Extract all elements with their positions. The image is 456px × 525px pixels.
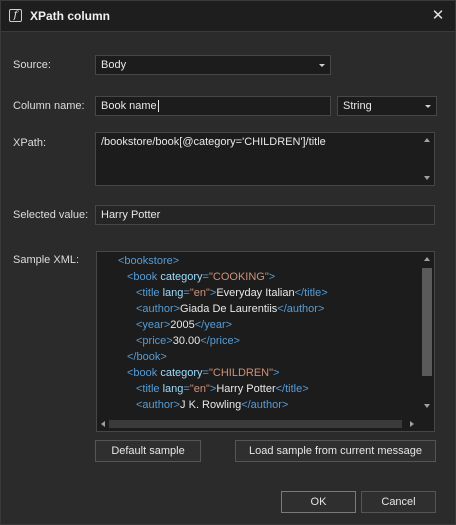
xml-token: <book xyxy=(127,367,161,379)
chevron-down-icon xyxy=(425,105,431,108)
scroll-right-icon[interactable] xyxy=(410,421,414,427)
scroll-left-icon[interactable] xyxy=(101,421,105,427)
xml-token: </author> xyxy=(241,399,289,411)
dialog-title: XPath column xyxy=(30,9,111,23)
xml-token: <author> xyxy=(136,303,181,315)
xpath-value: /bookstore/book[@category='CHILDREN']/ti… xyxy=(101,136,326,148)
xml-line: <author>Giada De Laurentiis</author> xyxy=(136,303,324,315)
xml-line: <title lang="en">Everyday Italian</title… xyxy=(136,287,328,299)
xml-token: 30.00 xyxy=(172,335,201,347)
column-name-input[interactable]: Book name xyxy=(95,96,331,116)
xml-token: <title xyxy=(136,383,163,395)
xml-line: </book> xyxy=(127,351,167,363)
xml-token: <author> xyxy=(136,399,181,411)
xpath-input[interactable]: /bookstore/book[@category='CHILDREN']/ti… xyxy=(95,132,435,186)
xml-token: "CHILDREN" xyxy=(208,367,274,379)
xml-token: <title xyxy=(136,287,163,299)
xml-token: category xyxy=(160,271,203,283)
source-label: Source: xyxy=(13,59,51,71)
xml-token: Giada De Laurentiis xyxy=(180,303,278,315)
sample-xml-label: Sample XML: xyxy=(13,254,80,266)
xml-token: Everyday Italian xyxy=(216,287,295,299)
title-bar: f XPath column ✕ xyxy=(1,1,455,32)
source-dropdown[interactable]: Body xyxy=(95,55,331,75)
sample-xml-editor[interactable]: <bookstore> <book category="COOKING"> <tit… xyxy=(96,251,435,432)
xml-token: <price> xyxy=(136,335,173,347)
xml-token: <book xyxy=(127,271,161,283)
xml-token: </year> xyxy=(194,319,233,331)
chevron-down-icon xyxy=(319,64,325,67)
xml-token: lang xyxy=(162,383,184,395)
scroll-up-icon[interactable] xyxy=(424,257,430,261)
cancel-button[interactable]: Cancel xyxy=(361,491,436,513)
default-sample-button[interactable]: Default sample xyxy=(95,440,201,462)
load-sample-button[interactable]: Load sample from current message xyxy=(235,440,436,462)
ok-button[interactable]: OK xyxy=(281,491,356,513)
scroll-down-icon[interactable] xyxy=(424,176,430,180)
xml-token: 2005 xyxy=(170,319,195,331)
xml-token: </book> xyxy=(127,351,167,363)
xml-token: lang xyxy=(162,287,184,299)
xml-token: "en" xyxy=(189,383,210,395)
xpath-label: XPath: xyxy=(13,137,47,149)
xml-vertical-scrollbar[interactable] xyxy=(420,252,434,417)
xml-line: <bookstore> xyxy=(118,255,179,267)
xml-token: J K. Rowling xyxy=(180,399,242,411)
xml-line: <year>2005</year> xyxy=(136,319,232,331)
xml-token: category xyxy=(160,367,203,379)
xml-token: <bookstore> xyxy=(118,255,180,267)
scroll-up-icon[interactable] xyxy=(424,138,430,142)
function-icon: f xyxy=(9,9,22,22)
scroll-down-icon[interactable] xyxy=(424,404,430,408)
xml-token: > xyxy=(273,367,280,379)
xml-token: </author> xyxy=(277,303,325,315)
xml-line: <book category="COOKING"> xyxy=(127,271,275,283)
source-value: Body xyxy=(101,59,127,71)
xml-line: <price>30.00</price> xyxy=(136,335,240,347)
xml-line: <author>J K. Rowling</author> xyxy=(136,399,288,411)
xml-line: <book category="CHILDREN"> xyxy=(127,367,279,379)
xml-token: </price> xyxy=(200,335,240,347)
selected-value-text: Harry Potter xyxy=(101,209,161,221)
text-cursor xyxy=(157,100,159,113)
xml-line: <title lang="en">Harry Potter</title> xyxy=(136,383,309,395)
xpath-scrollbar[interactable] xyxy=(420,133,434,185)
xpath-column-dialog: f XPath column ✕ Source: Body Column nam… xyxy=(0,0,456,525)
xml-token: <year> xyxy=(136,319,171,331)
xml-token: "en" xyxy=(189,287,210,299)
scroll-thumb[interactable] xyxy=(422,268,432,376)
xml-token: </title> xyxy=(275,383,309,395)
column-name-value: Book name xyxy=(101,100,157,112)
close-button[interactable]: ✕ xyxy=(429,7,447,25)
xml-token: Harry Potter xyxy=(216,383,276,395)
xml-token: > xyxy=(268,271,276,283)
xml-horizontal-scrollbar[interactable] xyxy=(97,417,418,431)
column-type-value: String xyxy=(343,100,372,112)
column-type-dropdown[interactable]: String xyxy=(337,96,437,116)
xml-token: "COOKING" xyxy=(208,271,269,283)
selected-value-label: Selected value: xyxy=(13,209,89,221)
column-name-label: Column name: xyxy=(13,100,85,112)
scroll-thumb[interactable] xyxy=(109,420,402,428)
xml-token: </title> xyxy=(294,287,328,299)
selected-value-field: Harry Potter xyxy=(95,205,435,225)
